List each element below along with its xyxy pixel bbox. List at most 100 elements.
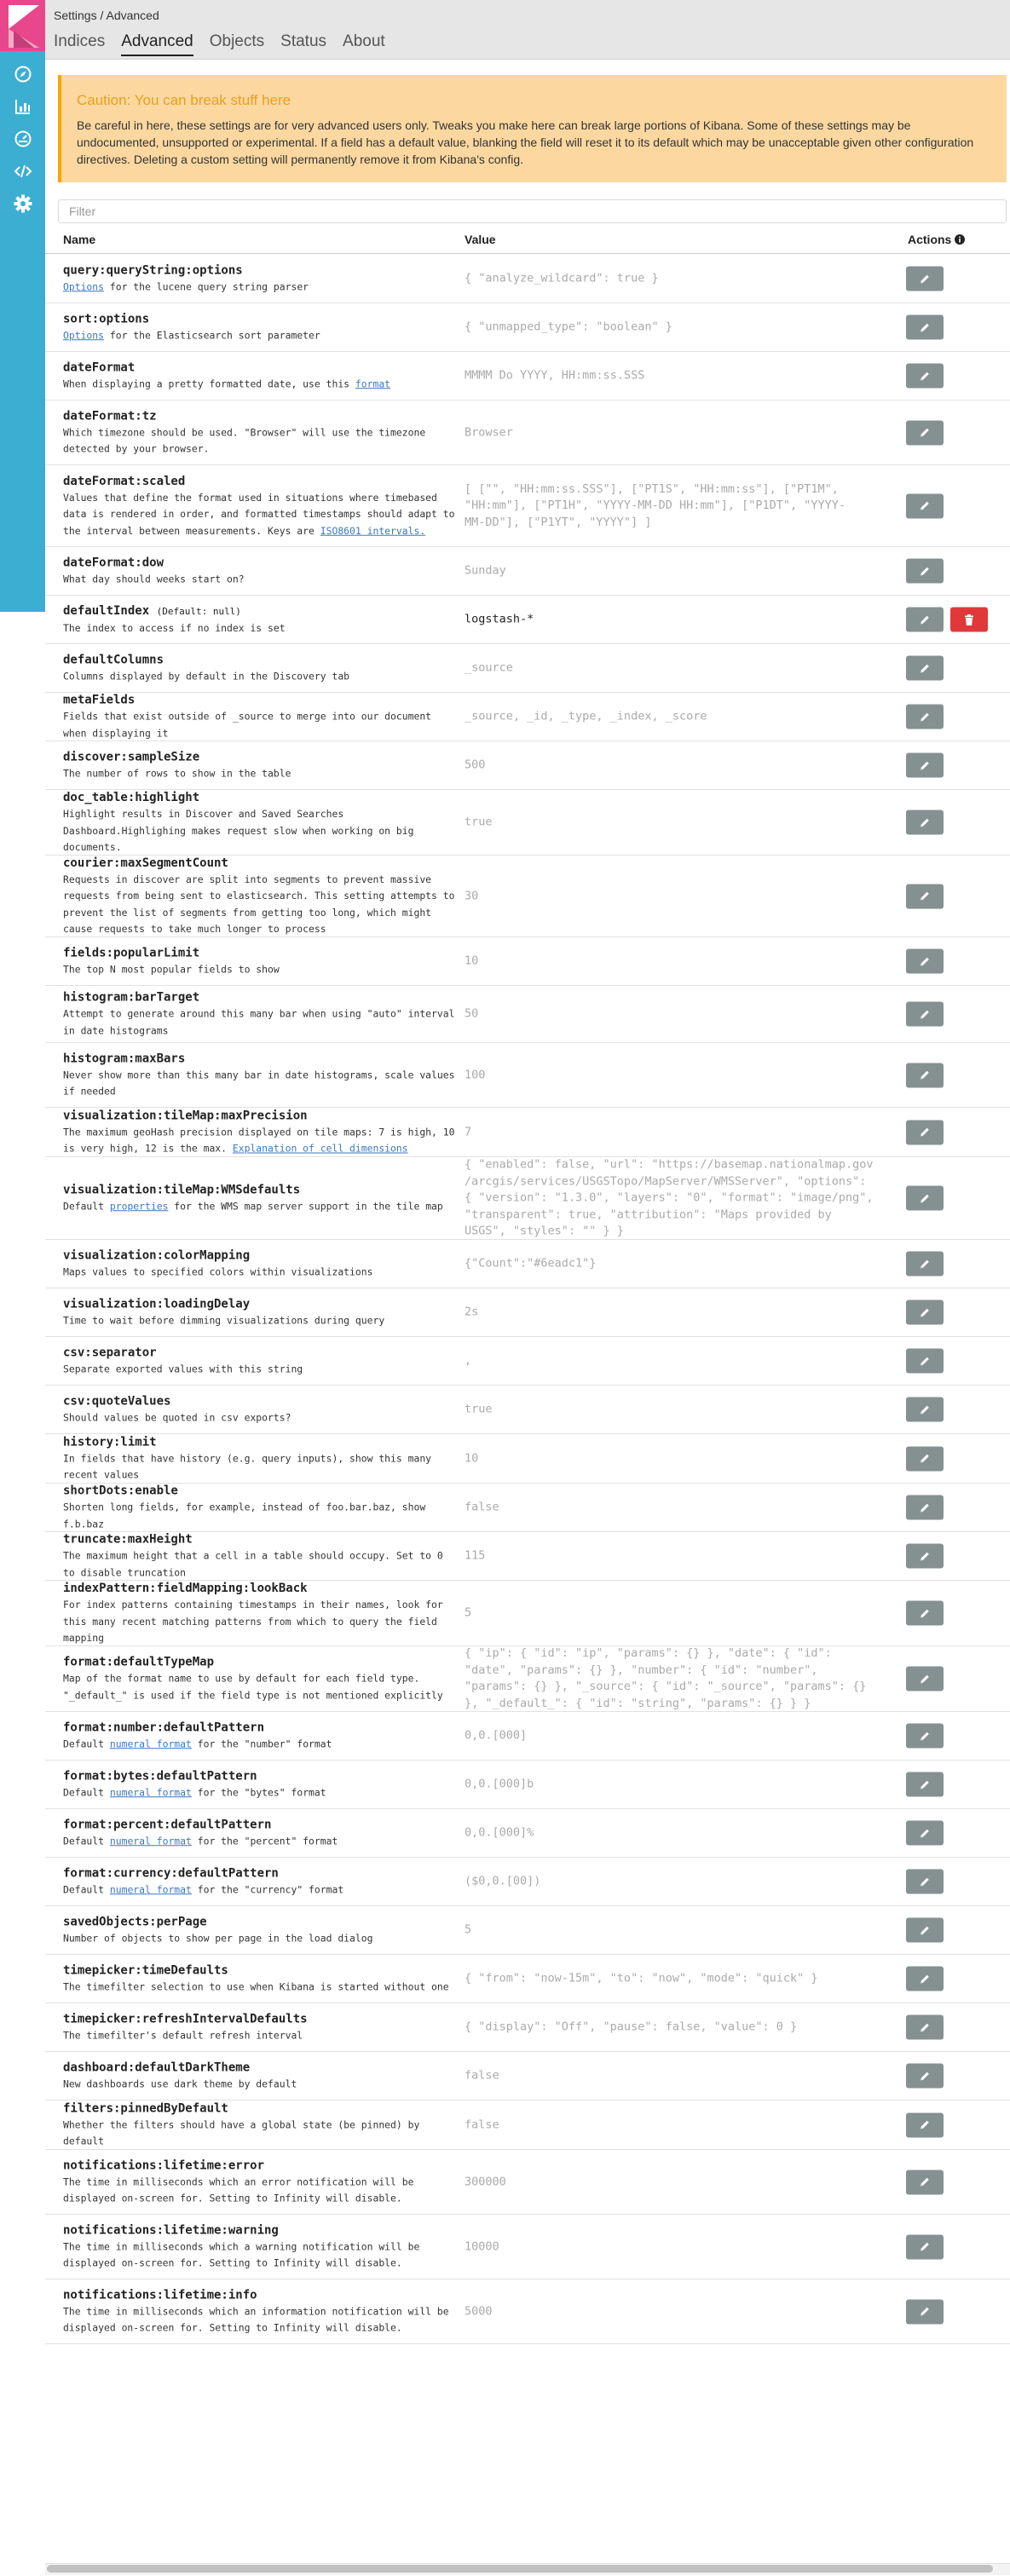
pencil-icon [919, 1501, 931, 1513]
gear-icon[interactable] [0, 187, 45, 220]
edit-button[interactable] [906, 2063, 944, 2089]
description-text: Default [63, 1883, 110, 1896]
description-link[interactable]: numeral format [110, 1883, 192, 1895]
table-row: format:number:defaultPattern Default nume… [45, 1712, 1010, 1761]
edit-button[interactable] [906, 1185, 944, 1211]
edit-button[interactable] [906, 1666, 944, 1691]
description-link[interactable]: numeral format [110, 1786, 192, 1798]
delete-button[interactable] [950, 607, 988, 632]
setting-name: shortDots:enable [63, 1483, 493, 1500]
description-text: The timefilter selection to use when Kib… [63, 1980, 449, 1993]
breadcrumb: Settings / Advanced [54, 9, 159, 22]
edit-button[interactable] [906, 884, 944, 908]
pencil-icon [919, 321, 931, 333]
edit-button[interactable] [906, 1251, 944, 1276]
edit-button[interactable] [906, 420, 944, 445]
dashboard-icon[interactable] [0, 123, 45, 155]
setting-value: , [465, 1353, 472, 1368]
setting-name: dateFormat:scaled [63, 472, 493, 489]
table-row: fields:popularLimit The top N most popula… [45, 937, 1010, 986]
compass-icon[interactable] [0, 58, 45, 90]
edit-button[interactable] [906, 948, 944, 974]
setting-description: Which timezone should be used. "Browser"… [63, 424, 493, 458]
edit-button[interactable] [906, 1120, 944, 1144]
bar-chart-icon[interactable] [0, 90, 45, 123]
setting-name-cell: dateFormat:dow What day should weeks star… [63, 554, 493, 588]
kibana-logo[interactable] [0, 0, 45, 51]
description-link[interactable]: numeral format [110, 1738, 192, 1749]
description-text: New dashboards use dark theme by default [63, 2078, 297, 2090]
edit-button[interactable] [906, 1001, 944, 1027]
description-link[interactable]: format [355, 377, 390, 389]
edit-button[interactable] [906, 704, 944, 729]
edit-button[interactable] [906, 1446, 944, 1471]
setting-description: The timefilter's default refresh interva… [63, 2027, 493, 2044]
edit-button[interactable] [906, 558, 944, 584]
description-link[interactable]: Options [63, 280, 104, 292]
setting-name: histogram:barTarget [63, 989, 493, 1006]
edit-button[interactable] [906, 2234, 944, 2259]
edit-button[interactable] [906, 363, 944, 389]
code-icon[interactable] [0, 155, 45, 187]
tab-status[interactable]: Status [280, 32, 326, 56]
filter-input[interactable] [58, 199, 1007, 223]
edit-button[interactable] [906, 266, 944, 291]
edit-button[interactable] [906, 2014, 944, 2040]
description-text: For index patterns containing timestamps… [63, 1598, 443, 1644]
caution-title: Caution: You can break stuff here [77, 92, 291, 108]
edit-button[interactable] [906, 1869, 944, 1894]
table-row: notifications:lifetime:warning The time i… [45, 2215, 1010, 2279]
edit-button[interactable] [906, 655, 944, 681]
edit-button[interactable] [906, 1543, 944, 1569]
edit-button[interactable] [906, 1723, 944, 1749]
setting-description: Default numeral format for the "percent"… [63, 1833, 493, 1850]
description-text: The time in milliseconds which an error … [63, 2175, 414, 2204]
setting-description: Attempt to generate around this many bar… [63, 1006, 493, 1040]
description-link[interactable]: Options [63, 329, 104, 341]
edit-button[interactable] [906, 2299, 944, 2324]
name-column-header: Name [63, 233, 96, 246]
edit-button[interactable] [906, 810, 944, 835]
tab-advanced[interactable]: Advanced [121, 32, 193, 56]
actions-label: Actions [908, 233, 952, 246]
setting-name-cell: doc_table:highlight Highlight results in … [63, 789, 493, 856]
description-text: Fields that exist outside of _source to … [63, 710, 432, 740]
tab-objects[interactable]: Objects [210, 32, 264, 56]
description-text: Default [63, 1738, 110, 1750]
pencil-icon [919, 1973, 931, 1985]
description-text: Default [63, 1786, 110, 1799]
edit-button[interactable] [906, 1820, 944, 1846]
setting-key: notifications:lifetime:error [63, 2158, 265, 2172]
edit-button[interactable] [906, 1063, 944, 1087]
edit-button[interactable] [906, 1495, 944, 1520]
description-link[interactable]: properties [110, 1200, 169, 1212]
description-link[interactable]: ISO8601 intervals. [320, 524, 425, 536]
tab-about[interactable]: About [343, 32, 385, 56]
setting-key: fields:popularLimit [63, 946, 200, 960]
edit-button[interactable] [906, 1772, 944, 1797]
info-icon[interactable] [955, 234, 966, 245]
edit-button[interactable] [906, 2170, 944, 2194]
edit-button[interactable] [906, 1600, 944, 1626]
settings-table: query:queryString:options Options for the… [45, 255, 1010, 2344]
edit-button[interactable] [906, 1348, 944, 1374]
scrollbar-thumb[interactable] [47, 2565, 993, 2573]
setting-key: history:limit [63, 1435, 157, 1449]
edit-button[interactable] [906, 1917, 944, 1943]
description-link[interactable]: Explanation of cell dimensions [233, 1143, 408, 1155]
setting-value: 500 [465, 758, 486, 772]
tab-indices[interactable]: Indices [54, 32, 105, 56]
description-link[interactable]: numeral format [110, 1835, 192, 1847]
description-text: Never show more than this many bar in da… [63, 1069, 455, 1098]
setting-description: Options for the Elasticsearch sort param… [63, 327, 493, 344]
setting-value: logstash-* [465, 612, 534, 626]
edit-button[interactable] [906, 314, 944, 340]
edit-button[interactable] [906, 493, 944, 518]
edit-button[interactable] [906, 1300, 944, 1325]
edit-button[interactable] [906, 2112, 944, 2137]
pencil-icon [919, 890, 931, 902]
edit-button[interactable] [906, 607, 944, 632]
edit-button[interactable] [906, 1966, 944, 1991]
edit-button[interactable] [906, 752, 944, 778]
edit-button[interactable] [906, 1397, 944, 1422]
